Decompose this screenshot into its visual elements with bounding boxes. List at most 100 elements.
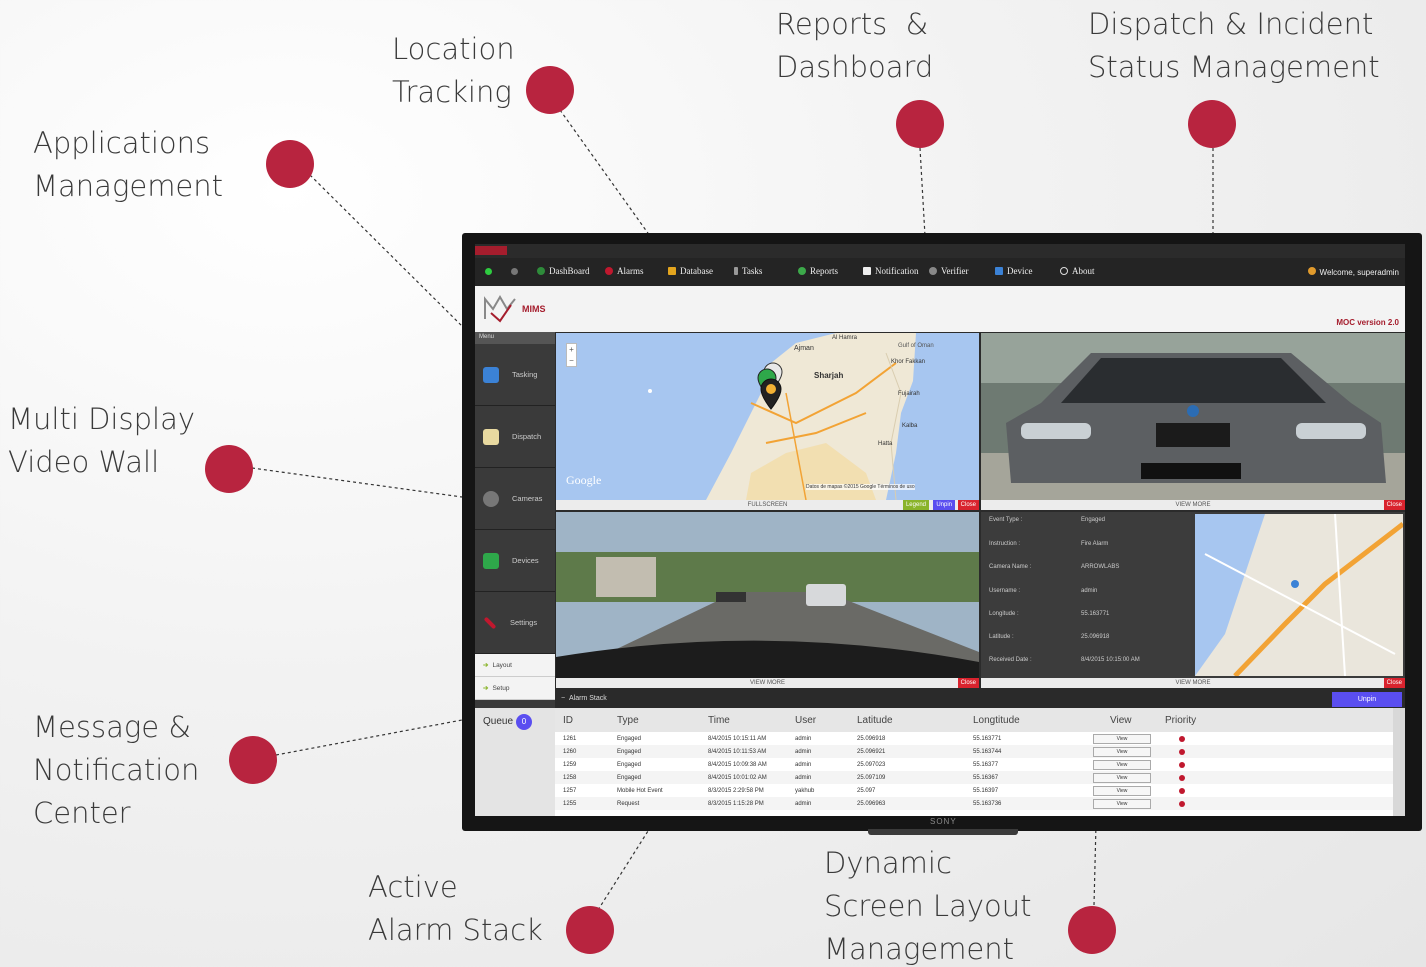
view-button[interactable]: View [1093, 798, 1151, 809]
view-button[interactable]: View [1093, 759, 1151, 770]
col-priority[interactable]: Priority [1165, 715, 1196, 726]
dashboard-icon [537, 267, 545, 275]
col-latitude[interactable]: Latitude [857, 715, 893, 726]
nav-dashboard[interactable]: DashBoard [537, 266, 590, 276]
table-cell: 1261 [563, 735, 577, 742]
unpin-button[interactable]: Unpin [933, 500, 955, 510]
collapse-icon[interactable]: − [561, 695, 565, 702]
table-cell: 1257 [563, 787, 577, 794]
field-instruction-value: Fire Alarm [1081, 541, 1109, 547]
close-button[interactable]: Close [1383, 678, 1405, 688]
nav-about[interactable]: About [1060, 266, 1095, 276]
view-button[interactable]: View [1093, 746, 1151, 757]
camera2-view-more-bar[interactable]: VIEW MORE [556, 678, 979, 688]
table-cell: admin [795, 774, 812, 781]
alarm-stack-header[interactable]: − Alarm Stack Unpin [555, 690, 1405, 708]
camera1-view-more-bar[interactable]: VIEW MORE [981, 500, 1405, 510]
table-cell: 55.163736 [973, 800, 1002, 807]
map-panel: + − Ajman Sharjah Khor Fakkan Fujairah Ka… [556, 333, 979, 510]
alarm-stack-title: Alarm Stack [568, 695, 607, 702]
table-row[interactable]: 1255 Request 8/3/2015 1:15:28 PM admin 25.09… [555, 797, 1393, 810]
camera-icon [483, 490, 499, 507]
view-button[interactable]: View [1093, 785, 1151, 796]
field-received-date-label: Received Date : [989, 657, 1032, 663]
zoom-control[interactable]: + − [566, 343, 577, 367]
status-online-icon [485, 268, 492, 275]
table-row[interactable]: 1258 Engaged 8/4/2015 10:01:02 AM admin 25.0… [555, 771, 1393, 784]
camera-feed-panel-1: VIEW MORE Close [981, 333, 1405, 510]
map-label-ajman: Ajman [794, 345, 814, 352]
table-cell: Engaged [617, 761, 642, 768]
field-longitude-value: 55.163771 [1081, 611, 1110, 617]
alarm-unpin-button[interactable]: Unpin [1332, 692, 1402, 707]
field-username-label: Username : [989, 588, 1021, 594]
col-longitude[interactable]: Longtitude [973, 715, 1020, 726]
sidebar-sub-layout[interactable]: ➔ Layout [475, 654, 555, 677]
camera-feed-car[interactable] [981, 333, 1405, 500]
table-cell: 1260 [563, 748, 577, 755]
view-button[interactable]: View [1093, 772, 1151, 783]
top-nav-bar: DashBoard Alarms Database Tasks Reports … [475, 258, 1405, 286]
nav-device[interactable]: Device [995, 266, 1032, 276]
table-cell: Engaged [617, 748, 642, 755]
map-attribution: Datos de mapas ©2015 Google Términos de … [806, 484, 915, 490]
sidebar-item-devices[interactable]: Devices [475, 530, 555, 592]
nav-database[interactable]: Database [668, 266, 713, 276]
table-row[interactable]: 1257 Mobile Hot Event 8/3/2015 2:29:58 PM y… [555, 784, 1393, 797]
col-time[interactable]: Time [708, 715, 730, 726]
map-label-sharjah: Sharjah [814, 371, 844, 380]
queue-panel[interactable]: Queue 0 [475, 708, 555, 816]
field-latitude-label: Latitude : [989, 634, 1014, 640]
callout-dot-message [229, 736, 277, 784]
table-row[interactable]: 1261 Engaged 8/4/2015 10:15:11 AM admin 25.0… [555, 732, 1393, 745]
priority-high-icon [1179, 761, 1185, 768]
nav-verifier[interactable]: Verifier [929, 266, 968, 276]
callout-dot-dispatch [1188, 100, 1236, 148]
field-username-value: admin [1081, 588, 1098, 594]
app-screen: DashBoard Alarms Database Tasks Reports … [475, 244, 1405, 816]
col-view[interactable]: View [1110, 715, 1132, 726]
sidebar-sub-setup[interactable]: ➔ Setup [475, 677, 555, 700]
table-row[interactable]: 1260 Engaged 8/4/2015 10:11:53 AM admin 25.0… [555, 745, 1393, 758]
sidebar-item-cameras[interactable]: Cameras [475, 468, 555, 530]
device-icon [995, 267, 1003, 275]
alarm-icon [605, 267, 613, 275]
legend-button[interactable]: Legend [902, 500, 929, 510]
callout-dot-location [526, 66, 574, 114]
table-cell: 55.163744 [973, 748, 1002, 755]
camera-feed-road[interactable] [556, 512, 979, 678]
info-view-more-bar[interactable]: VIEW MORE [981, 678, 1405, 688]
sidebar-item-dispatch[interactable]: Dispatch [475, 406, 555, 468]
table-cell: admin [795, 735, 812, 742]
welcome-user[interactable]: Welcome, superadmin [1307, 267, 1399, 277]
table-cell: 25.096921 [857, 748, 886, 755]
col-type[interactable]: Type [617, 715, 639, 726]
table-row[interactable]: 1259 Engaged 8/4/2015 10:09:38 AM admin 25.0… [555, 758, 1393, 771]
priority-high-icon [1179, 735, 1185, 742]
view-button[interactable]: View [1093, 733, 1151, 744]
field-camera-name-value: ARROWLABS [1081, 564, 1120, 570]
col-user[interactable]: User [795, 715, 816, 726]
window-tab[interactable] [475, 246, 507, 255]
callout-dot-layout [1068, 906, 1116, 954]
nav-alarms[interactable]: Alarms [605, 266, 644, 276]
nav-notification[interactable]: Notification [863, 266, 919, 276]
table-cell: admin [795, 800, 812, 807]
map-markers[interactable] [751, 361, 791, 416]
table-scrollbar[interactable] [1393, 708, 1405, 816]
sidebar-item-tasking[interactable]: Tasking [475, 344, 555, 406]
close-button[interactable]: Close [1383, 500, 1405, 510]
version-label: MOC version 2.0 [1336, 318, 1399, 327]
mini-map-view[interactable] [1195, 514, 1403, 676]
database-icon [668, 267, 676, 275]
nav-reports[interactable]: Reports [798, 266, 838, 276]
sidebar-item-settings[interactable]: Settings [475, 592, 555, 654]
brand-name: MIMS [522, 304, 546, 314]
close-button[interactable]: Close [957, 500, 979, 510]
nav-tasks[interactable]: Tasks [734, 266, 762, 276]
field-latitude-value: 25.096918 [1081, 634, 1110, 640]
menu-label: Menu [475, 332, 555, 344]
col-id[interactable]: ID [563, 715, 573, 726]
close-button[interactable]: Close [957, 678, 979, 688]
table-cell: 55.16397 [973, 787, 999, 794]
